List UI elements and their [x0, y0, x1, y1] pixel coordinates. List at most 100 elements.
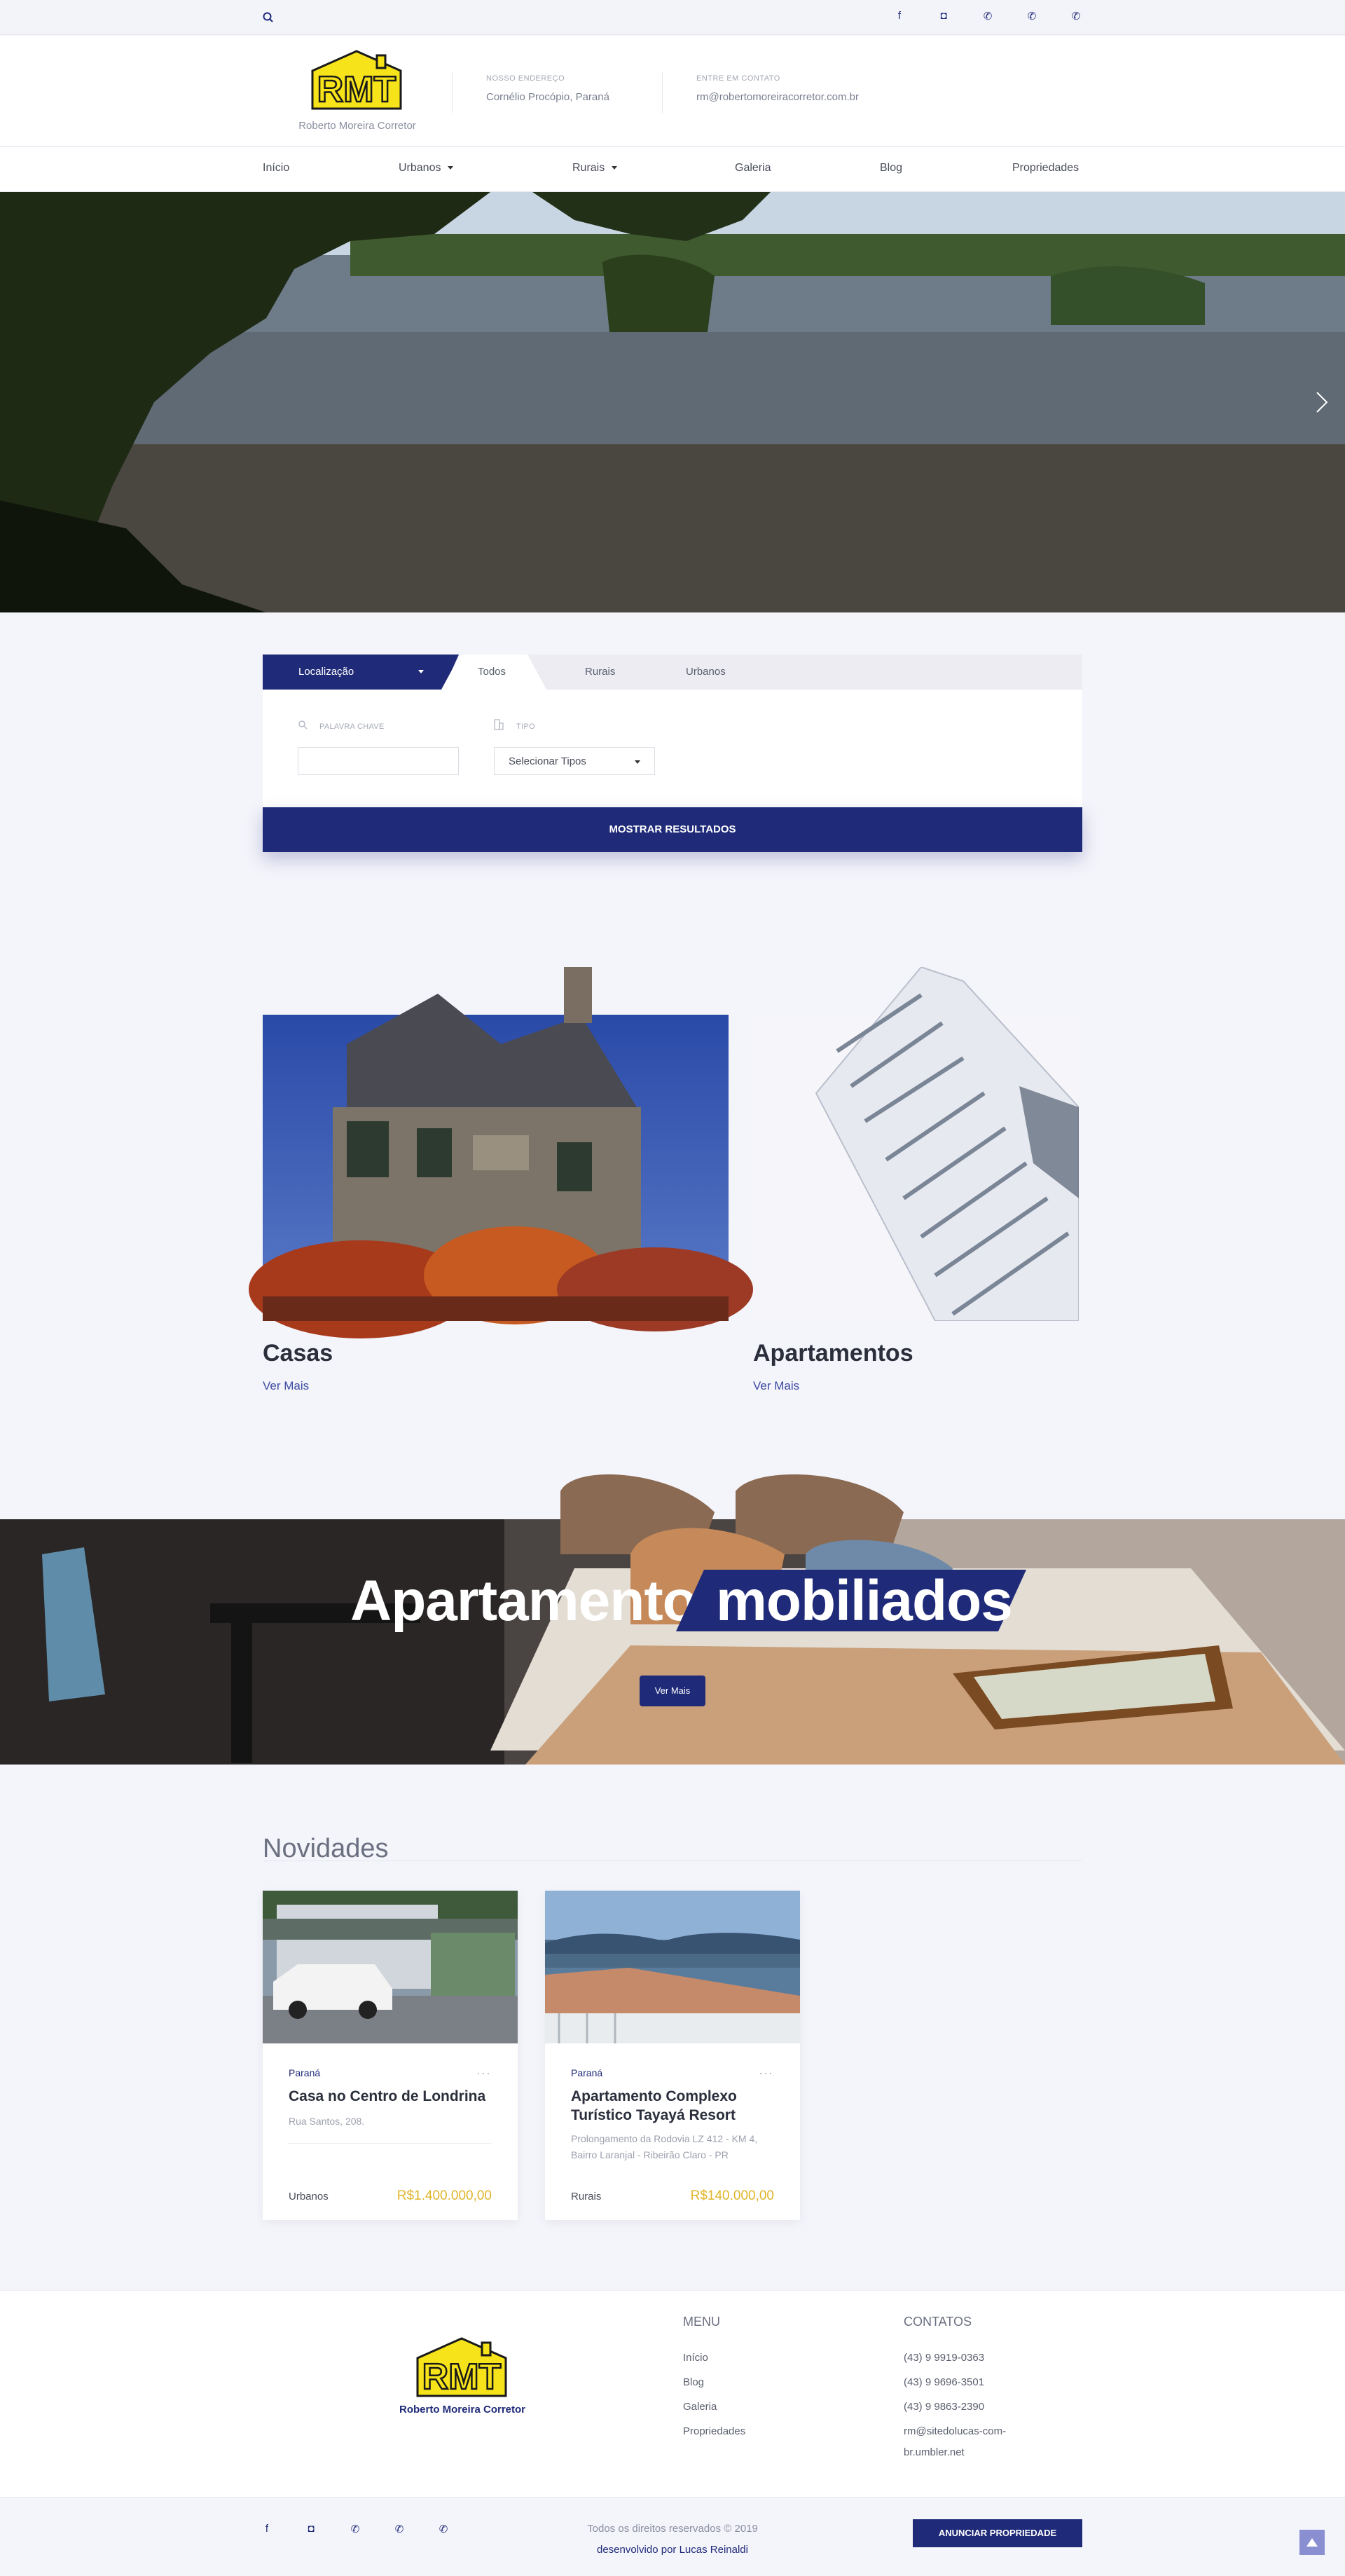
facebook-icon[interactable]: f [892, 10, 907, 25]
apartment-image [753, 967, 1079, 1321]
property-type: Urbanos [289, 2191, 329, 2202]
divider [289, 2143, 492, 2144]
nav-item-urbanos[interactable]: Urbanos [399, 162, 454, 174]
category-apartamentos-title[interactable]: Apartamentos [753, 1340, 913, 1367]
footer-phone[interactable]: (43) 9 9919-0363 [904, 2352, 984, 2364]
category-apartamentos-link[interactable]: Ver Mais [753, 1379, 799, 1393]
whatsapp-icon[interactable]: ✆ [1068, 10, 1084, 25]
property-card[interactable]: Paraná ··· Apartamento Complexo Turístic… [545, 1891, 800, 2220]
nav-label: Rurais [572, 162, 605, 174]
property-name[interactable]: Apartamento Complexo Turístico Tayayá Re… [571, 2087, 781, 2125]
footer-menu-title: MENU [683, 2315, 720, 2329]
footer-email-cont[interactable]: br.umbler.net [904, 2446, 965, 2458]
more-icon[interactable]: ··· [476, 2066, 491, 2081]
furnished-banner [0, 1474, 1345, 1765]
tab-urbanos[interactable]: Urbanos [686, 666, 726, 678]
instagram-icon[interactable]: ◘ [936, 10, 951, 25]
chevron-down-icon [418, 670, 424, 673]
house-photo [263, 1891, 518, 2043]
divider [452, 72, 453, 113]
category-casas-title[interactable]: Casas [263, 1340, 333, 1367]
facebook-icon[interactable]: f [259, 2523, 275, 2538]
whatsapp-icon[interactable]: ✆ [347, 2523, 363, 2538]
bottom-bar [0, 2497, 1345, 2576]
hero-slider [0, 192, 1345, 612]
building-icon [494, 719, 504, 730]
search-icon[interactable] [262, 11, 275, 24]
location-dropdown[interactable] [263, 655, 459, 690]
divider [662, 72, 663, 113]
svg-text:RMT: RMT [317, 69, 396, 110]
copyright: Todos os direitos reservados © 2019 [587, 2523, 758, 2535]
property-type: Rurais [571, 2191, 602, 2202]
chevron-down-icon [448, 166, 454, 170]
logo[interactable]: RMT [307, 50, 406, 110]
more-icon[interactable]: ··· [759, 2066, 773, 2081]
property-state: Paraná [571, 2067, 603, 2078]
property-address: Prolongamento da Rodovia LZ 412 - KM 4, … [571, 2133, 758, 2160]
location-label[interactable]: Localização [298, 666, 354, 678]
logo-subtitle: Roberto Moreira Corretor [298, 120, 416, 132]
show-results-button[interactable]: MOSTRAR RESULTADOS [263, 807, 1082, 852]
property-image[interactable] [545, 1891, 800, 2043]
type-select-value: Selecionar Tipos [509, 755, 586, 767]
nav-item-blog[interactable]: Blog [880, 162, 902, 174]
nav-item-rurais[interactable]: Rurais [572, 162, 618, 174]
property-name[interactable]: Casa no Centro de Londrina [289, 2087, 499, 2106]
keyword-label: PALAVRA CHAVE [319, 722, 385, 731]
news-title: Novidades [263, 1834, 389, 1863]
tab-todos-label[interactable]: Todos [478, 666, 506, 678]
type-label: TIPO [516, 722, 535, 731]
type-select[interactable]: Selecionar Tipos [494, 747, 655, 775]
property-price: R$140.000,00 [690, 2188, 774, 2203]
footer-link-galeria[interactable]: Galeria [683, 2401, 717, 2413]
chevron-right-icon[interactable] [1311, 390, 1331, 415]
contact-value[interactable]: rm@robertomoreiracorretor.com.br [696, 91, 859, 103]
whatsapp-icon[interactable]: ✆ [436, 2523, 451, 2538]
search-icon [298, 720, 308, 729]
keyword-input[interactable] [298, 747, 459, 775]
category-casas-image[interactable] [249, 967, 753, 1338]
property-price: R$1.400.000,00 [396, 2188, 492, 2203]
top-bar: f ◘ ✆ ✆ ✆ [0, 0, 1345, 35]
whatsapp-icon[interactable]: ✆ [392, 2523, 407, 2538]
property-card[interactable]: Paraná ··· Casa no Centro de Londrina Ru… [263, 1891, 518, 2220]
scroll-top-icon[interactable] [1299, 2530, 1325, 2555]
hero-image [0, 192, 1345, 612]
chevron-down-icon [612, 166, 618, 170]
nav-item-inicio[interactable]: Início [263, 162, 289, 174]
site-header: RMT Roberto Moreira Corretor NOSSO ENDER… [0, 36, 1345, 146]
instagram-icon[interactable]: ◘ [303, 2523, 319, 2538]
footer-phone[interactable]: (43) 9 9696-3501 [904, 2376, 984, 2388]
developer-credit[interactable]: desenvolvido por Lucas Reinaldi [532, 2544, 813, 2556]
whatsapp-icon[interactable]: ✆ [980, 10, 995, 25]
footer-logo-subtitle: Roberto Moreira Corretor [399, 2404, 526, 2416]
nav-label: Urbanos [399, 162, 441, 174]
svg-text:RMT: RMT [422, 2357, 502, 2397]
footer-link-inicio[interactable]: Início [683, 2352, 708, 2364]
footer-phone[interactable]: (43) 9 9863-2390 [904, 2401, 984, 2413]
whatsapp-icon[interactable]: ✆ [1024, 10, 1040, 25]
category-casas-link[interactable]: Ver Mais [263, 1379, 309, 1393]
property-image[interactable] [263, 1891, 518, 2043]
tab-rurais[interactable]: Rurais [585, 666, 615, 678]
property-state: Paraná [289, 2067, 321, 2078]
footer-logo[interactable]: RMT [412, 2337, 511, 2397]
address-value: Cornélio Procópio, Paraná [486, 91, 609, 103]
footer-email[interactable]: rm@sitedolucas-com- [904, 2425, 1006, 2437]
address-label: NOSSO ENDEREÇO [486, 74, 565, 83]
banner-ver-mais-button[interactable]: Ver Mais [640, 1676, 705, 1706]
chevron-down-icon [635, 760, 640, 764]
footer-link-blog[interactable]: Blog [683, 2376, 704, 2388]
banner-title-highlight: mobiliados [716, 1569, 1013, 1633]
footer-contacts-title: CONTATOS [904, 2315, 972, 2329]
lake-photo [545, 1891, 800, 2043]
main-nav: Início Urbanos Rurais Galeria Blog Propr… [0, 147, 1345, 192]
footer [0, 2290, 1345, 2497]
nav-item-propriedades[interactable]: Propriedades [1012, 162, 1079, 174]
footer-link-propriedades[interactable]: Propriedades [683, 2425, 745, 2437]
nav-item-galeria[interactable]: Galeria [735, 162, 771, 174]
contact-label: ENTRE EM CONTATO [696, 74, 780, 83]
category-apartamentos-image[interactable] [753, 967, 1079, 1321]
announce-property-button[interactable]: ANUNCIAR PROPRIEDADE [913, 2519, 1082, 2547]
